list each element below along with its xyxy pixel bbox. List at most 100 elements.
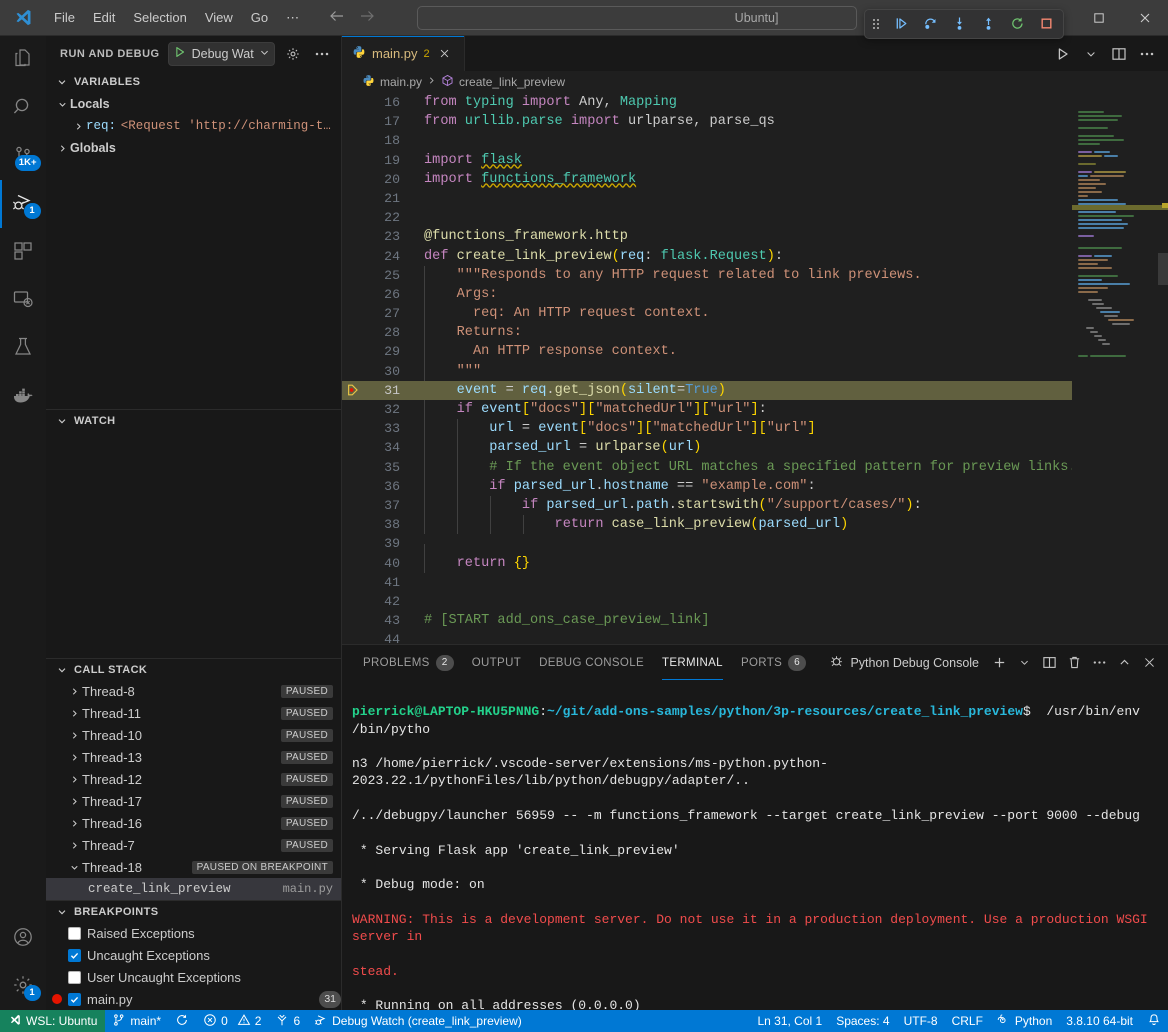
- table-row[interactable]: Thread-11 PAUSED: [46, 702, 341, 724]
- status-notifications[interactable]: [1140, 1010, 1168, 1032]
- pane-header-variables[interactable]: VARIABLES: [46, 71, 341, 93]
- status-remote-host[interactable]: WSL: Ubuntu: [0, 1010, 105, 1032]
- status-editor-indentation[interactable]: Spaces: 4: [829, 1010, 896, 1032]
- debug-step-out-icon[interactable]: [979, 15, 997, 33]
- tree-row[interactable]: req: <Request 'http://charming-tro…: [46, 115, 341, 137]
- status-git-branch[interactable]: main*: [105, 1010, 168, 1032]
- pane-header-watch[interactable]: WATCH: [46, 409, 341, 431]
- list-item[interactable]: main.py 31: [46, 988, 341, 1010]
- status-debug-session[interactable]: Debug Watch (create_link_preview): [307, 1010, 529, 1032]
- chevron-right-icon[interactable]: [66, 752, 82, 763]
- split-terminal-icon[interactable]: [1038, 652, 1060, 674]
- table-row[interactable]: Thread-12 PAUSED: [46, 768, 341, 790]
- menu-more[interactable]: ⋯: [278, 7, 307, 29]
- status-editor-eol[interactable]: CRLF: [945, 1010, 990, 1032]
- status-problems[interactable]: 0 2: [196, 1010, 268, 1032]
- debug-continue-icon[interactable]: [892, 15, 910, 33]
- arrow-left-icon[interactable]: [329, 8, 345, 27]
- chevron-down-icon[interactable]: [1013, 652, 1035, 674]
- list-item[interactable]: Raised Exceptions: [46, 922, 341, 944]
- status-editor-encoding[interactable]: UTF-8: [897, 1010, 945, 1032]
- breadcrumb-file[interactable]: main.py: [362, 74, 422, 90]
- breakpoint-checkbox[interactable]: [68, 927, 81, 940]
- activity-item-explorer[interactable]: [0, 36, 46, 84]
- activity-item-docker[interactable]: [0, 372, 46, 420]
- tree-row[interactable]: Globals: [46, 137, 341, 159]
- tab-problems[interactable]: PROBLEMS 2: [354, 645, 463, 680]
- launch-config-dropdown[interactable]: Debug Wat: [168, 42, 275, 66]
- maximize-icon[interactable]: [1076, 0, 1122, 36]
- chevron-right-icon[interactable]: [54, 143, 70, 154]
- chevron-right-icon[interactable]: [70, 121, 86, 132]
- activity-item-run-and-debug[interactable]: 1: [0, 180, 46, 228]
- debug-start-icon[interactable]: [173, 45, 187, 62]
- trash-icon[interactable]: [1063, 652, 1085, 674]
- split-editor-icon[interactable]: [1106, 39, 1132, 69]
- tab-terminal[interactable]: TERMINAL: [653, 645, 732, 680]
- chevron-right-icon[interactable]: [66, 774, 82, 785]
- menu-selection[interactable]: Selection: [125, 7, 194, 28]
- terminal-output[interactable]: pierrick@LAPTOP-HKU5PNNG:~/git/add-ons-s…: [342, 680, 1168, 1010]
- debug-step-over-icon[interactable]: [921, 15, 939, 33]
- status-editor-position[interactable]: Ln 31, Col 1: [750, 1010, 829, 1032]
- code-line-current[interactable]: 31 event = req.get_json(silent=True): [342, 381, 1072, 400]
- debug-step-into-icon[interactable]: [950, 15, 968, 33]
- stack-frame-row[interactable]: create_link_preview main.py: [46, 878, 341, 900]
- pane-header-breakpoints[interactable]: BREAKPOINTS: [46, 900, 341, 922]
- list-item[interactable]: User Uncaught Exceptions: [46, 966, 341, 988]
- tab-debug-console[interactable]: DEBUG CONSOLE: [530, 645, 653, 680]
- list-item[interactable]: Uncaught Exceptions: [46, 944, 341, 966]
- activity-item-source-control[interactable]: 1K+: [0, 132, 46, 180]
- breakpoint-marker-icon[interactable]: [342, 383, 364, 397]
- debug-restart-icon[interactable]: [1008, 15, 1026, 33]
- chevron-right-icon[interactable]: [66, 840, 82, 851]
- breadcrumb-symbol[interactable]: create_link_preview: [441, 74, 565, 90]
- chevron-right-icon[interactable]: [66, 686, 82, 697]
- activity-item-accounts[interactable]: [0, 914, 46, 962]
- chevron-down-icon[interactable]: [54, 99, 70, 110]
- tree-row[interactable]: Locals: [46, 93, 341, 115]
- table-row[interactable]: Thread-8 PAUSED: [46, 680, 341, 702]
- activity-item-extensions[interactable]: [0, 228, 46, 276]
- chevron-up-icon[interactable]: [1113, 652, 1135, 674]
- add-terminal-icon[interactable]: [988, 652, 1010, 674]
- menu-file[interactable]: File: [46, 7, 83, 28]
- table-row[interactable]: Thread-16 PAUSED: [46, 812, 341, 834]
- table-row[interactable]: Thread-17 PAUSED: [46, 790, 341, 812]
- table-row[interactable]: Thread-13 PAUSED: [46, 746, 341, 768]
- arrow-right-icon[interactable]: [359, 8, 375, 27]
- close-icon[interactable]: [1122, 0, 1168, 36]
- debug-config-gear-icon[interactable]: [283, 43, 304, 65]
- table-row[interactable]: Thread-10 PAUSED: [46, 724, 341, 746]
- minimap[interactable]: [1072, 93, 1168, 644]
- debug-stop-icon[interactable]: [1037, 15, 1055, 33]
- activity-item-search[interactable]: [0, 84, 46, 132]
- close-icon[interactable]: [436, 45, 454, 63]
- tab-output[interactable]: OUTPUT: [463, 645, 530, 680]
- table-row[interactable]: Thread-18 PAUSED ON BREAKPOINT: [46, 856, 341, 878]
- activity-item-remote-explorer[interactable]: [0, 276, 46, 324]
- status-sync-changes[interactable]: [168, 1010, 196, 1032]
- breakpoint-checkbox[interactable]: [68, 971, 81, 984]
- pane-header-callstack[interactable]: CALL STACK: [46, 658, 341, 680]
- more-actions-icon[interactable]: [1134, 39, 1160, 69]
- menu-view[interactable]: View: [197, 7, 241, 28]
- breakpoint-checkbox[interactable]: [68, 993, 81, 1006]
- table-row[interactable]: Thread-7 PAUSED: [46, 834, 341, 856]
- minimap-slider[interactable]: [1158, 253, 1168, 285]
- run-python-file-icon[interactable]: [1050, 39, 1076, 69]
- chevron-right-icon[interactable]: [66, 708, 82, 719]
- activity-item-testing[interactable]: [0, 324, 46, 372]
- active-terminal-name[interactable]: Python Debug Console: [829, 654, 979, 672]
- more-actions-icon[interactable]: [1088, 652, 1110, 674]
- chevron-right-icon[interactable]: [66, 818, 82, 829]
- chevron-down-icon[interactable]: [66, 862, 82, 873]
- close-icon[interactable]: [1138, 652, 1160, 674]
- chevron-down-icon[interactable]: [259, 46, 270, 61]
- status-ports[interactable]: 6: [268, 1010, 307, 1032]
- drag-grip-icon[interactable]: [873, 19, 879, 29]
- code-lines-area[interactable]: 16from typing import Any, Mapping 17from…: [342, 93, 1072, 644]
- chevron-right-icon[interactable]: [66, 796, 82, 807]
- menu-edit[interactable]: Edit: [85, 7, 123, 28]
- quick-input-box[interactable]: Ubuntu]: [417, 6, 857, 30]
